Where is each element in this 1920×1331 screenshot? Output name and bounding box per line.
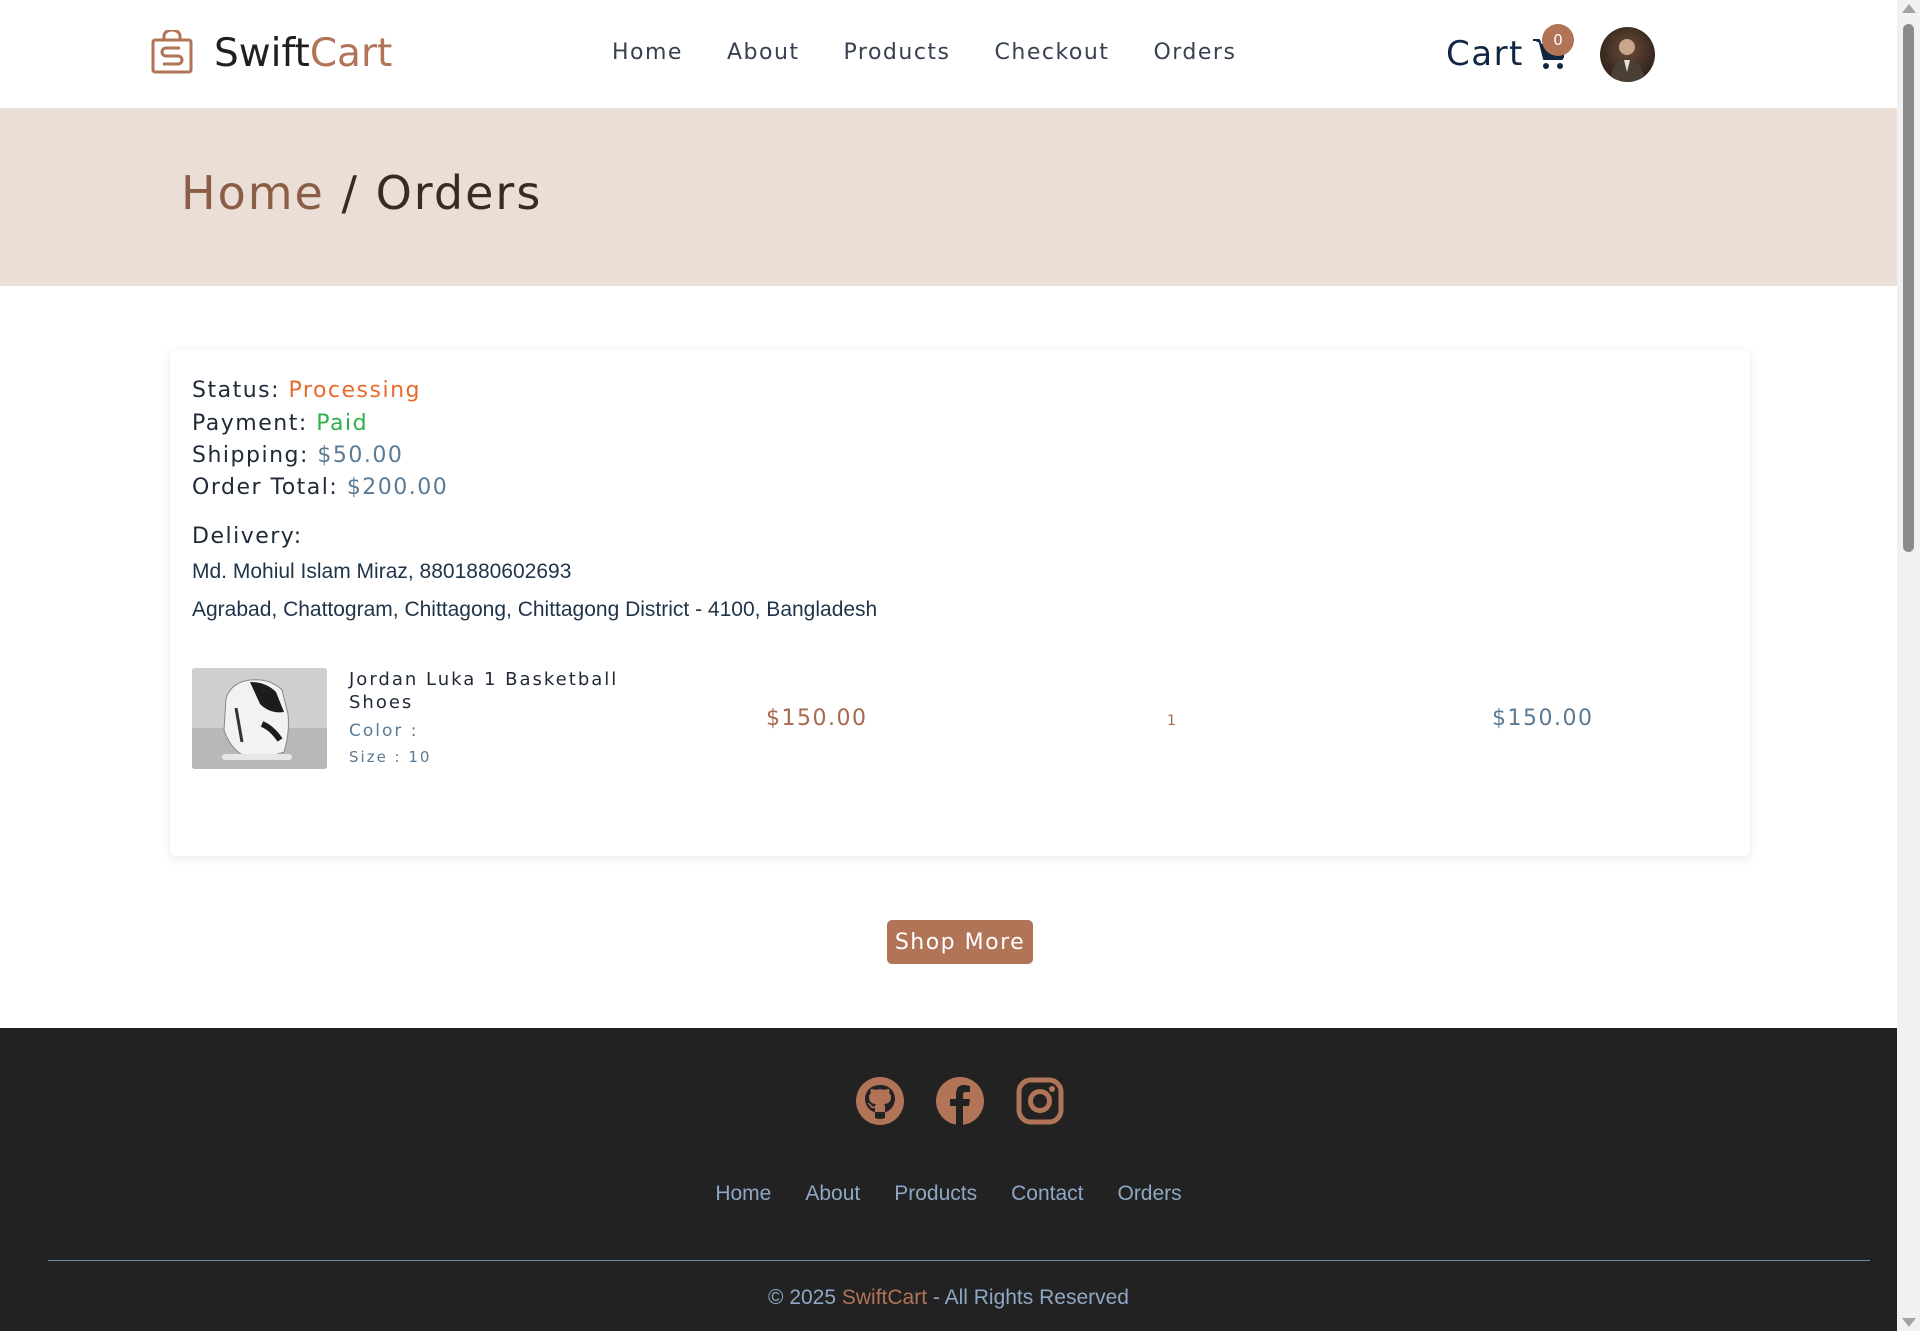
footer-nav: Home About Products Contact Orders — [0, 1182, 1897, 1206]
main-nav: Home About Products Checkout Orders — [612, 40, 1236, 65]
scroll-down-arrow-icon[interactable] — [1902, 1318, 1916, 1327]
status-value: Processing — [288, 378, 421, 403]
footer-divider — [48, 1260, 1870, 1261]
breadcrumb: Home / Orders — [181, 166, 542, 220]
nav-home[interactable]: Home — [612, 40, 683, 65]
avatar-photo — [1610, 39, 1645, 82]
product-quantity: 1 — [1167, 713, 1176, 729]
nav-products[interactable]: Products — [844, 40, 951, 65]
copyright: © 2025 SwiftCart - All Rights Reserved — [768, 1286, 1129, 1309]
nav-about[interactable]: About — [727, 40, 800, 65]
scrollbar-thumb[interactable] — [1903, 24, 1914, 552]
shoe-photo — [192, 668, 327, 769]
product-name[interactable]: Jordan Luka 1 Basketball Shoes — [349, 668, 629, 714]
delivery-contact: Md. Mohiul Islam Miraz, 8801880602693 — [192, 560, 572, 583]
delivery-label: Delivery: — [192, 524, 303, 549]
breadcrumb-separator: / — [324, 166, 376, 220]
footer-nav-home[interactable]: Home — [715, 1182, 771, 1206]
nav-checkout[interactable]: Checkout — [995, 40, 1110, 65]
cart-count-badge: 0 — [1542, 24, 1574, 56]
facebook-icon[interactable] — [935, 1076, 985, 1126]
copyright-brand: SwiftCart — [841, 1286, 928, 1309]
breadcrumb-banner: Home / Orders — [0, 108, 1897, 286]
order-total: Order Total: $200.00 — [192, 475, 449, 500]
shopping-bag-logo-icon — [151, 30, 193, 74]
order-payment: Payment: Paid — [192, 411, 369, 436]
breadcrumb-current: Orders — [375, 166, 543, 220]
site-footer: Home About Products Contact Orders © 202… — [0, 1028, 1897, 1331]
shop-more-button[interactable]: Shop More — [887, 920, 1033, 964]
product-color: Color : — [349, 721, 419, 741]
footer-nav-products[interactable]: Products — [894, 1182, 977, 1206]
cart-button[interactable]: Cart 0 — [1446, 24, 1574, 74]
footer-nav-orders[interactable]: Orders — [1117, 1182, 1181, 1206]
order-status: Status: Processing — [192, 378, 421, 403]
user-avatar[interactable] — [1600, 27, 1655, 82]
logo[interactable]: SwiftCart — [150, 30, 392, 76]
footer-nav-about[interactable]: About — [805, 1182, 860, 1206]
order-card: Status: Processing Payment: Paid Shippin… — [170, 350, 1750, 856]
scroll-up-arrow-icon[interactable] — [1902, 4, 1916, 13]
breadcrumb-home[interactable]: Home — [181, 166, 325, 220]
instagram-icon[interactable] — [1015, 1076, 1065, 1126]
product-line-total: $150.00 — [1492, 706, 1594, 731]
github-icon[interactable] — [855, 1076, 905, 1126]
cart-label: Cart — [1446, 34, 1524, 74]
social-links — [855, 1076, 1065, 1126]
total-value: $200.00 — [346, 475, 449, 500]
product-price: $150.00 — [766, 706, 868, 731]
site-header: SwiftCart Home About Products Checkout O… — [0, 0, 1897, 108]
shipping-value: $50.00 — [317, 443, 404, 468]
nav-orders[interactable]: Orders — [1153, 40, 1236, 65]
payment-value: Paid — [316, 411, 369, 436]
delivery-address: Agrabad, Chattogram, Chittagong, Chittag… — [192, 598, 878, 621]
footer-nav-contact[interactable]: Contact — [1011, 1182, 1083, 1206]
brand-name: SwiftCart — [214, 30, 393, 76]
product-image[interactable] — [192, 668, 327, 769]
order-shipping: Shipping: $50.00 — [192, 443, 404, 468]
product-size: Size : 10 — [349, 748, 432, 766]
page-scrollbar[interactable] — [1897, 0, 1920, 1331]
